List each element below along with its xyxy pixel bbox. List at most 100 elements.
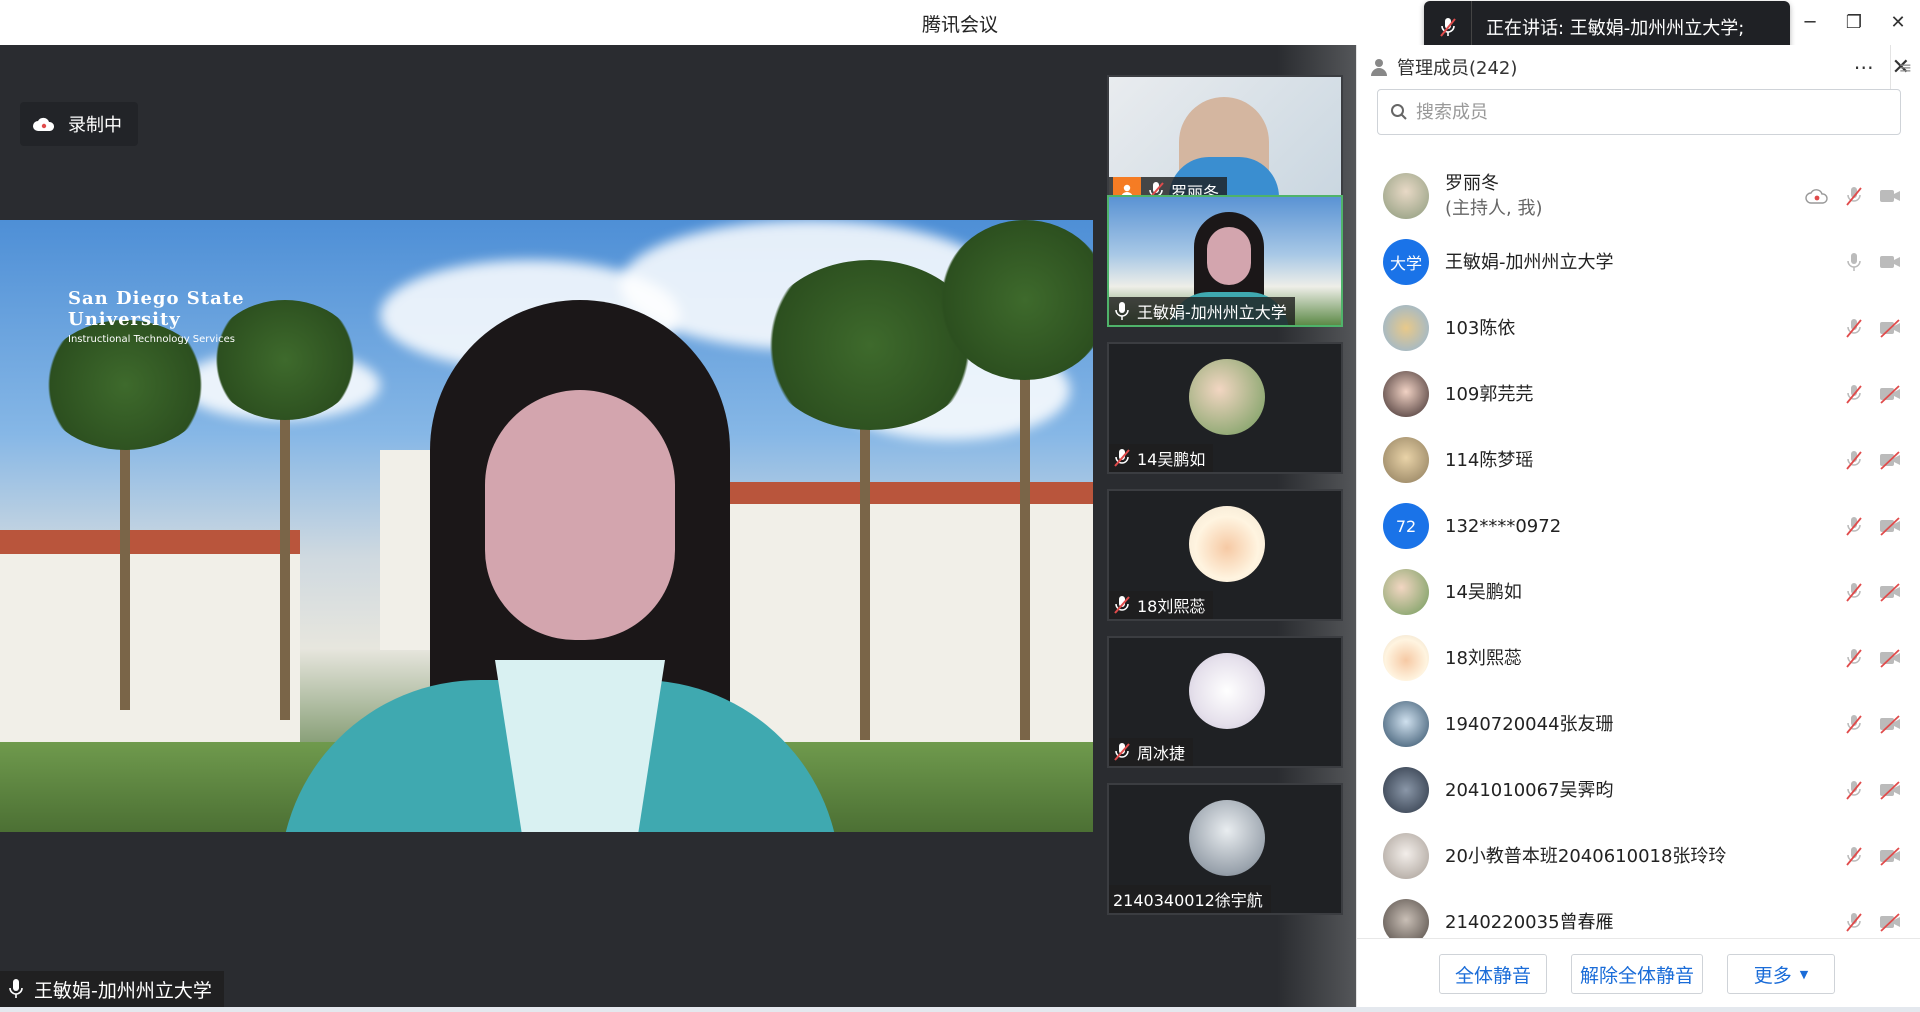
members-footer: 全体静音 解除全体静音 更多 ▼ xyxy=(1357,938,1920,1012)
list-item[interactable]: 14吴鹏如 xyxy=(1357,559,1920,625)
person-icon xyxy=(1371,59,1387,76)
avatar xyxy=(1383,305,1429,351)
restore-button[interactable]: ❐ xyxy=(1832,0,1876,45)
window-controls: ─ ❐ ✕ xyxy=(1788,0,1920,45)
avatar xyxy=(1189,359,1265,435)
tile-name: 2140340012徐宇航 xyxy=(1113,891,1263,910)
mic-muted-icon[interactable] xyxy=(1843,185,1865,207)
member-search-input[interactable] xyxy=(1416,101,1856,123)
mic-muted-icon[interactable] xyxy=(1843,581,1865,603)
unmute-all-button[interactable]: 解除全体静音 xyxy=(1571,954,1703,994)
member-name: 2140220035曾春雁 xyxy=(1445,911,1614,933)
tile-name: 18刘熙蕊 xyxy=(1137,597,1206,616)
avatar xyxy=(1383,767,1429,813)
side-menu-button[interactable]: ≡ xyxy=(1890,45,1920,89)
video-tile-active[interactable]: 王敏娟-加州州立大学 xyxy=(1107,195,1343,327)
mic-muted-icon[interactable] xyxy=(1843,779,1865,801)
camera-off-icon[interactable] xyxy=(1879,845,1901,867)
mic-muted-icon[interactable] xyxy=(1843,845,1865,867)
close-window-button[interactable]: ✕ xyxy=(1876,0,1920,45)
minimize-button[interactable]: ─ xyxy=(1788,0,1832,45)
member-name: 1940720044张友珊 xyxy=(1445,713,1614,735)
video-tile[interactable]: 14吴鹏如 xyxy=(1107,342,1343,474)
cloud-recording-icon[interactable] xyxy=(1805,188,1829,204)
more-button[interactable]: 更多 ▼ xyxy=(1727,954,1835,994)
mic-muted-icon[interactable] xyxy=(1843,713,1865,735)
camera-off-icon[interactable] xyxy=(1879,317,1901,339)
camera-off-icon[interactable] xyxy=(1879,449,1901,471)
camera-off-icon[interactable] xyxy=(1879,647,1901,669)
member-name: 109郭芫芫 xyxy=(1445,383,1534,405)
list-item[interactable]: 114陈梦瑶 xyxy=(1357,427,1920,493)
member-name: 罗丽冬 xyxy=(1445,173,1499,194)
mic-muted-icon[interactable] xyxy=(1843,317,1865,339)
list-item[interactable]: 2041010067吴霁昀 xyxy=(1357,757,1920,823)
mic-muted-icon xyxy=(1114,449,1130,467)
member-name: 114陈梦瑶 xyxy=(1445,449,1534,471)
avatar: 大学 xyxy=(1383,239,1429,285)
member-name: 2041010067吴霁昀 xyxy=(1445,779,1614,801)
main-speaker-tag: 王敏娟-加州州立大学 xyxy=(0,971,224,1007)
tile-label: 王敏娟-加州州立大学 xyxy=(1109,297,1295,325)
camera-off-icon[interactable] xyxy=(1879,911,1901,933)
mic-muted-icon xyxy=(1114,743,1130,761)
member-name: 132****0972 xyxy=(1445,515,1562,537)
avatar xyxy=(1383,371,1429,417)
mic-icon xyxy=(1115,302,1129,320)
list-item[interactable]: 72 132****0972 xyxy=(1357,493,1920,559)
recording-label: 录制中 xyxy=(68,115,122,136)
camera-off-icon[interactable] xyxy=(1879,581,1901,603)
video-tiles: 罗丽冬 王敏娟-加州州立大学 14吴鹏如 18刘熙蕊 周冰捷 214034001… xyxy=(1093,45,1356,1007)
avatar xyxy=(1189,800,1265,876)
video-tile[interactable]: 18刘熙蕊 xyxy=(1107,489,1343,621)
avatar: 72 xyxy=(1383,503,1429,549)
mute-all-button[interactable]: 全体静音 xyxy=(1439,954,1547,994)
camera-off-icon[interactable] xyxy=(1879,515,1901,537)
tile-label: 18刘熙蕊 xyxy=(1109,591,1214,619)
tile-label: 14吴鹏如 xyxy=(1109,444,1214,472)
mic-muted-icon[interactable] xyxy=(1843,383,1865,405)
list-item[interactable]: 109郭芫芫 xyxy=(1357,361,1920,427)
avatar xyxy=(1383,173,1429,219)
avatar xyxy=(1383,635,1429,681)
more-options-icon[interactable]: ⋯ xyxy=(1848,55,1880,79)
mic-muted-icon xyxy=(1114,596,1130,614)
video-tile[interactable]: 2140340012徐宇航 xyxy=(1107,783,1343,915)
members-panel-header: 管理成员(242) ⋯ ✕ xyxy=(1357,45,1920,89)
sdsu-logo: San Diego State University Instructional… xyxy=(68,288,245,345)
mic-muted-icon[interactable] xyxy=(1843,449,1865,471)
video-tile[interactable]: 周冰捷 xyxy=(1107,636,1343,768)
members-title: 管理成员(242) xyxy=(1397,58,1518,79)
video-tile[interactable]: 罗丽冬 xyxy=(1107,75,1343,207)
member-role: (主持人, 我) xyxy=(1445,198,1543,219)
member-name: 103陈依 xyxy=(1445,317,1516,339)
camera-icon[interactable] xyxy=(1879,251,1901,273)
camera-off-icon[interactable] xyxy=(1879,713,1901,735)
list-item[interactable]: 大学 王敏娟-加州州立大学 xyxy=(1357,229,1920,295)
avatar xyxy=(1383,899,1429,938)
list-item[interactable]: 1940720044张友珊 xyxy=(1357,691,1920,757)
list-item[interactable]: 罗丽冬 (主持人, 我) xyxy=(1357,163,1920,229)
member-search[interactable] xyxy=(1377,89,1901,135)
main-video[interactable]: San Diego State University Instructional… xyxy=(0,220,1093,832)
list-item[interactable]: 103陈依 xyxy=(1357,295,1920,361)
avatar xyxy=(1383,569,1429,615)
member-name: 18刘熙蕊 xyxy=(1445,647,1522,669)
avatar xyxy=(1383,701,1429,747)
mic-muted-icon[interactable] xyxy=(1843,911,1865,933)
recording-badge[interactable]: 录制中 xyxy=(20,102,138,146)
mic-muted-icon[interactable] xyxy=(1843,515,1865,537)
camera-off-icon[interactable] xyxy=(1879,383,1901,405)
list-item[interactable]: 2140220035曾春雁 xyxy=(1357,889,1920,938)
avatar xyxy=(1189,653,1265,729)
camera-icon[interactable] xyxy=(1879,185,1901,207)
tile-label: 2140340012徐宇航 xyxy=(1109,885,1271,913)
mic-muted-icon[interactable] xyxy=(1843,647,1865,669)
mic-icon[interactable] xyxy=(1843,251,1865,273)
tile-label: 周冰捷 xyxy=(1109,738,1194,766)
list-item[interactable]: 20小教普本班2040610018张玲玲 xyxy=(1357,823,1920,889)
members-list[interactable]: 罗丽冬 (主持人, 我) 大学 王敏娟-加州州立大学 103陈依 109郭芫芫 … xyxy=(1357,163,1920,938)
list-item[interactable]: 18刘熙蕊 xyxy=(1357,625,1920,691)
member-name: 20小教普本班2040610018张玲玲 xyxy=(1445,845,1727,867)
camera-off-icon[interactable] xyxy=(1879,779,1901,801)
